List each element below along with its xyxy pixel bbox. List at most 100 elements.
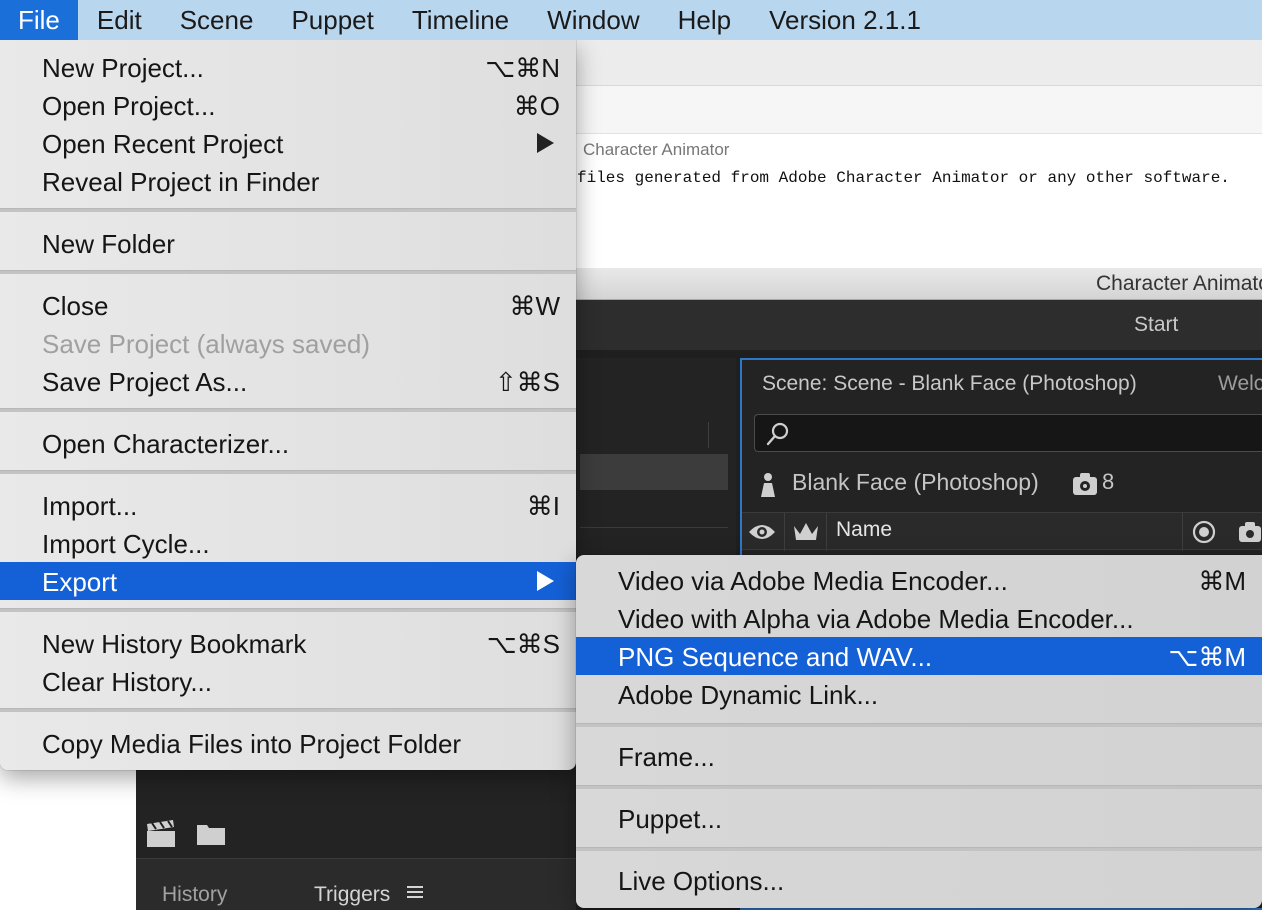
record-icon[interactable] xyxy=(1192,520,1216,544)
menu-separator xyxy=(0,608,576,612)
menu-file[interactable]: File xyxy=(0,0,78,40)
menu-item-label: Open Recent Project xyxy=(42,129,284,159)
menu-item-label: Video with Alpha via Adobe Media Encoder… xyxy=(618,604,1134,634)
menu-item-save-project: Save Project (always saved) xyxy=(0,324,576,362)
menu-item-copy-media-files[interactable]: Copy Media Files into Project Folder xyxy=(0,724,576,762)
menu-item-label: Copy Media Files into Project Folder xyxy=(42,729,462,759)
menu-version[interactable]: Version 2.1.1 xyxy=(750,0,940,40)
menu-separator xyxy=(0,470,576,474)
menu-item-label: Save Project (always saved) xyxy=(42,329,371,359)
menu-item-clear-history[interactable]: Clear History... xyxy=(0,662,576,700)
menu-item-label: Reveal Project in Finder xyxy=(42,167,320,197)
menu-edit[interactable]: Edit xyxy=(78,0,161,40)
scene-panel-title[interactable]: Scene: Scene - Blank Face (Photoshop) xyxy=(762,372,1137,396)
submenu-arrow-icon xyxy=(537,571,554,591)
menu-item-png-sequence-wav[interactable]: PNG Sequence and WAV... ⌥⌘M xyxy=(576,637,1262,675)
menu-item-import[interactable]: Import... ⌘I xyxy=(0,486,576,524)
menu-item-label: Import Cycle... xyxy=(42,529,210,559)
menu-item-video-media-encoder[interactable]: Video via Adobe Media Encoder... ⌘M xyxy=(576,561,1262,599)
menu-item-shortcut: ⌘O xyxy=(513,91,560,121)
menu-item-new-folder[interactable]: New Folder xyxy=(0,224,576,262)
puppet-name: Blank Face (Photoshop) xyxy=(792,469,1039,495)
menu-item-video-alpha-media-encoder[interactable]: Video with Alpha via Adobe Media Encoder… xyxy=(576,599,1262,637)
menu-separator xyxy=(576,785,1262,789)
camera-icon[interactable] xyxy=(1238,521,1262,543)
menu-item-label: New Project... xyxy=(42,53,204,83)
header-separator xyxy=(826,513,827,551)
menu-item-label: Adobe Dynamic Link... xyxy=(618,680,879,710)
puppet-count-icon xyxy=(1073,473,1097,495)
menu-item-label: New Folder xyxy=(42,229,175,259)
export-submenu: Video via Adobe Media Encoder... ⌘M Vide… xyxy=(576,555,1262,908)
tab-triggers[interactable]: Triggers xyxy=(314,883,390,907)
header-separator xyxy=(784,513,785,551)
header-separator xyxy=(1182,513,1183,551)
eye-icon[interactable] xyxy=(748,522,776,542)
menu-separator xyxy=(0,208,576,212)
menu-item-new-project[interactable]: New Project... ⌥⌘N xyxy=(0,48,576,86)
menu-window[interactable]: Window xyxy=(528,0,658,40)
menu-item-label: Open Characterizer... xyxy=(42,429,290,459)
menu-separator xyxy=(0,270,576,274)
search-icon xyxy=(766,422,789,446)
new-scene-icon[interactable] xyxy=(146,820,176,848)
menu-item-label: Import... xyxy=(42,491,138,521)
menu-item-shortcut: ⌥⌘S xyxy=(486,629,560,659)
menu-item-save-project-as[interactable]: Save Project As... ⇧⌘S xyxy=(0,362,576,400)
menu-separator xyxy=(576,847,1262,851)
menu-item-frame[interactable]: Frame... xyxy=(576,737,1262,775)
menu-item-open-characterizer[interactable]: Open Characterizer... xyxy=(0,424,576,462)
start-tab[interactable]: Start xyxy=(1134,313,1178,337)
menu-item-shortcut: ⌘W xyxy=(509,291,560,321)
menu-separator xyxy=(576,723,1262,727)
menu-item-shortcut: ⌥⌘M xyxy=(1168,642,1246,672)
menu-puppet[interactable]: Puppet xyxy=(272,0,392,40)
menu-item-shortcut: ⌥⌘N xyxy=(485,53,560,83)
new-folder-icon[interactable] xyxy=(196,822,226,846)
hamburger-menu-icon[interactable] xyxy=(406,883,424,901)
bottom-tab-bar: History Triggers xyxy=(136,858,576,910)
menu-item-label: Export xyxy=(42,567,118,597)
menu-item-new-history-bookmark[interactable]: New History Bookmark ⌥⌘S xyxy=(0,624,576,662)
crown-icon[interactable] xyxy=(792,521,820,543)
menu-item-label: Puppet... xyxy=(618,804,723,834)
document-source-label: Character Animator xyxy=(583,140,730,159)
project-selected-row[interactable] xyxy=(580,454,728,490)
menu-item-import-cycle[interactable]: Import Cycle... xyxy=(0,524,576,562)
menu-item-open-recent-project[interactable]: Open Recent Project xyxy=(0,124,576,162)
menu-item-label: PNG Sequence and WAV... xyxy=(618,642,933,672)
menu-timeline[interactable]: Timeline xyxy=(393,0,528,40)
menu-help[interactable]: Help xyxy=(659,0,750,40)
submenu-arrow-icon xyxy=(537,133,554,153)
menu-item-puppet[interactable]: Puppet... xyxy=(576,799,1262,837)
menu-item-export[interactable]: Export xyxy=(0,562,576,600)
menu-item-reveal-project[interactable]: Reveal Project in Finder xyxy=(0,162,576,200)
menu-item-close[interactable]: Close ⌘W xyxy=(0,286,576,324)
menu-item-label: Video via Adobe Media Encoder... xyxy=(618,566,1008,596)
tab-history[interactable]: History xyxy=(162,883,227,907)
menu-scene[interactable]: Scene xyxy=(161,0,273,40)
menu-item-open-project[interactable]: Open Project... ⌘O xyxy=(0,86,576,124)
scene-search-input[interactable] xyxy=(754,414,1262,452)
puppet-icon xyxy=(761,473,775,497)
app-title: Character Animator xyxy=(1096,272,1262,295)
welcome-tab[interactable]: Welc xyxy=(1218,372,1262,396)
menu-item-shortcut: ⌘I xyxy=(526,491,560,521)
menu-item-shortcut: ⇧⌘S xyxy=(494,367,560,397)
menu-item-label: Open Project... xyxy=(42,91,216,121)
panel-divider xyxy=(580,527,728,528)
menu-item-label: Close xyxy=(42,291,109,321)
menu-item-label: Frame... xyxy=(618,742,715,772)
menu-item-label: Clear History... xyxy=(42,667,212,697)
puppet-count: 8 xyxy=(1102,469,1115,494)
project-panel-footer xyxy=(136,812,576,856)
menu-separator xyxy=(0,408,576,412)
layer-list-header: Name xyxy=(742,512,1262,551)
file-menu: New Project... ⌥⌘N Open Project... ⌘O Op… xyxy=(0,40,576,770)
menu-item-live-options[interactable]: Live Options... xyxy=(576,861,1262,899)
puppet-row[interactable]: Blank Face (Photoshop) 8 xyxy=(752,466,1262,502)
menu-item-adobe-dynamic-link[interactable]: Adobe Dynamic Link... xyxy=(576,675,1262,713)
menu-separator xyxy=(0,708,576,712)
column-name[interactable]: Name xyxy=(836,518,892,542)
menu-item-label: Save Project As... xyxy=(42,367,248,397)
